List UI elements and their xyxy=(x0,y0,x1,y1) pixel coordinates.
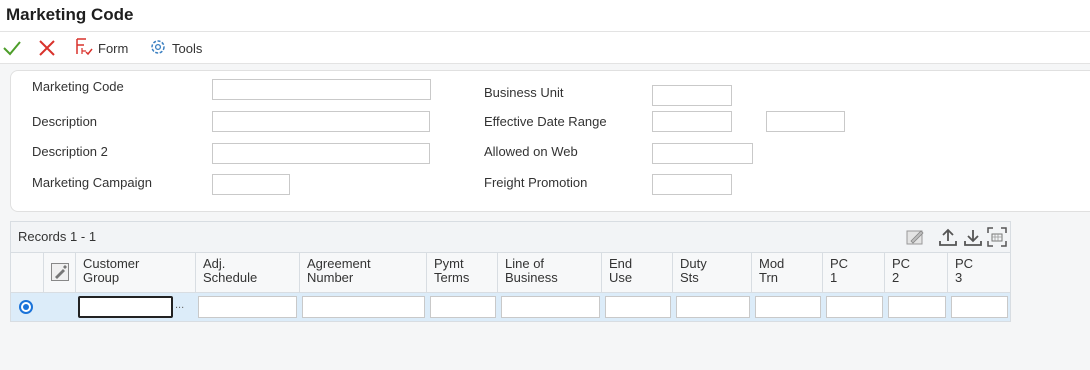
col-header-mod-trn[interactable]: Mod Trn xyxy=(752,253,823,292)
check-icon[interactable] xyxy=(2,38,22,58)
row-edit-column-header[interactable] xyxy=(44,253,76,292)
pc-1-cell-input[interactable] xyxy=(826,296,883,318)
grid-column-header-row: Customer Group Adj. Schedule Agreement Numb… xyxy=(11,252,1010,293)
select-column-header xyxy=(11,253,44,292)
records-range: 1 - 1 xyxy=(70,229,97,244)
col-header-line-of-business[interactable]: Line of Business xyxy=(498,253,602,292)
freight-promotion-input[interactable] xyxy=(652,174,732,195)
marketing-code-label: Marketing Code xyxy=(32,79,124,94)
customer-group-lookup[interactable]: ... xyxy=(175,299,184,311)
records-count: Records 1 - 1 xyxy=(18,229,96,244)
col-header-adj-schedule[interactable]: Adj. Schedule xyxy=(196,253,300,292)
close-icon[interactable] xyxy=(37,38,57,58)
upload-icon[interactable] xyxy=(937,226,959,248)
col-header-pymt-terms[interactable]: Pymt Terms xyxy=(427,253,498,292)
col-header-pc-3[interactable]: PC 3 xyxy=(948,253,1010,292)
col-header-agreement-number[interactable]: Agreement Number xyxy=(300,253,427,292)
allowed-on-web-label: Allowed on Web xyxy=(484,144,578,159)
grid-panel: Records 1 - 1 Customer Group Adj. Schedu… xyxy=(10,221,1011,322)
end-use-cell-input[interactable] xyxy=(605,296,671,318)
line-of-business-cell-input[interactable] xyxy=(501,296,600,318)
form-menu-button[interactable]: Form xyxy=(74,37,129,60)
col-header-duty-sts[interactable]: Duty Sts xyxy=(673,253,752,292)
records-label: Records xyxy=(18,229,67,244)
business-unit-input[interactable] xyxy=(652,85,732,106)
allowed-on-web-input[interactable] xyxy=(652,143,753,164)
row-edit-icon xyxy=(50,262,70,285)
expand-grid-icon[interactable] xyxy=(986,226,1008,248)
title-bar: Marketing Code xyxy=(0,0,1090,32)
gear-icon xyxy=(148,37,168,60)
download-icon[interactable] xyxy=(962,226,984,248)
tools-menu-label: Tools xyxy=(172,40,203,56)
agreement-number-cell-input[interactable] xyxy=(302,296,425,318)
marketing-campaign-label: Marketing Campaign xyxy=(32,175,152,190)
grid-header-bar: Records 1 - 1 xyxy=(11,222,1010,252)
tools-menu-button[interactable]: Tools xyxy=(148,38,202,58)
description-label: Description xyxy=(32,114,98,129)
form-menu-label: Form xyxy=(98,40,129,56)
col-header-customer-group[interactable]: Customer Group xyxy=(76,253,196,292)
description-2-label: Description 2 xyxy=(32,144,108,159)
pymt-terms-cell-input[interactable] xyxy=(430,296,496,318)
effective-date-from-input[interactable] xyxy=(652,111,732,132)
customer-group-cell-input[interactable] xyxy=(78,296,173,318)
table-row[interactable]: ... xyxy=(11,293,1010,321)
marketing-code-input[interactable] xyxy=(212,79,431,100)
form-menu-icon xyxy=(74,37,94,60)
col-header-end-use[interactable]: End Use xyxy=(602,253,673,292)
pc-2-cell-input[interactable] xyxy=(888,296,946,318)
page-title: Marketing Code xyxy=(6,5,134,24)
duty-sts-cell-input[interactable] xyxy=(676,296,750,318)
pc-3-cell-input[interactable] xyxy=(951,296,1008,318)
description-2-input[interactable] xyxy=(212,143,430,164)
business-unit-label: Business Unit xyxy=(484,85,564,100)
header-form-panel: Marketing Code Description Description 2… xyxy=(10,70,1090,212)
marketing-campaign-input[interactable] xyxy=(212,174,290,195)
description-input[interactable] xyxy=(212,111,430,132)
row-select-radio[interactable] xyxy=(19,300,33,314)
effective-date-range-label: Effective Date Range xyxy=(484,114,607,129)
col-header-pc-2[interactable]: PC 2 xyxy=(885,253,948,292)
toolbar: Form Tools xyxy=(0,32,1090,64)
adj-schedule-cell-input[interactable] xyxy=(198,296,297,318)
col-header-pc-1[interactable]: PC 1 xyxy=(823,253,885,292)
effective-date-to-input[interactable] xyxy=(766,111,845,132)
mod-trn-cell-input[interactable] xyxy=(755,296,821,318)
edit-grid-icon[interactable] xyxy=(905,226,927,248)
freight-promotion-label: Freight Promotion xyxy=(484,175,588,190)
